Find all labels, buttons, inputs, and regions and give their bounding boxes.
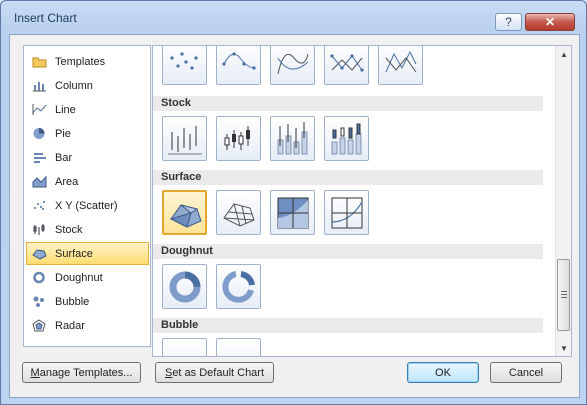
column-chart-icon	[32, 79, 47, 92]
manage-templates-button[interactable]: Manage Templates...	[22, 362, 141, 383]
stock-chart-icon	[32, 223, 47, 236]
radar-chart-icon	[32, 319, 47, 332]
chart-type-x-y-scatter[interactable]: X Y (Scatter)	[26, 194, 149, 217]
stock-vohlc-icon	[331, 123, 362, 155]
line-chart-icon	[32, 103, 47, 116]
stock-vohlc-tile[interactable]	[324, 116, 369, 161]
bar-chart-icon	[32, 151, 47, 164]
scatter-smooth-lines-tile[interactable]	[270, 46, 315, 85]
doughnut-icon	[169, 271, 201, 303]
scatter-smooth-markers-icon	[222, 52, 256, 70]
dialog-body: Templates Column Line Pie Bar Area X Y (Scatte…	[9, 34, 580, 398]
chart-type-label: Bar	[55, 151, 73, 164]
wireframe-3d-surface-icon	[223, 203, 255, 227]
stock-ohlc-tile[interactable]	[216, 116, 261, 161]
insert-chart-dialog: Insert Chart ? ✕ Templates Column Line Pie B…	[0, 0, 587, 405]
chart-type-label: Stock	[55, 223, 83, 236]
chart-type-label: Area	[55, 175, 79, 188]
stock-hlc-tile[interactable]	[162, 116, 207, 161]
pie-chart-icon	[32, 127, 47, 140]
gallery-scrollbar[interactable]: ▲ ▼	[555, 46, 571, 356]
chart-type-area[interactable]: Area	[26, 170, 149, 193]
manage-templates-accel: M	[30, 366, 40, 379]
wireframe-3d-surface-tile[interactable]	[216, 190, 261, 235]
scatter-straight-markers-icon	[330, 54, 364, 72]
chart-type-label: Bubble	[55, 295, 90, 308]
dialog-title: Insert Chart	[14, 11, 77, 25]
chart-type-bubble[interactable]: Bubble	[26, 290, 149, 313]
wireframe-contour-tile[interactable]	[324, 190, 369, 235]
section-header-doughnut: Doughnut	[153, 244, 543, 259]
chart-type-templates[interactable]: Templates	[26, 50, 149, 73]
chart-type-label: Radar	[55, 319, 85, 332]
chart-type-doughnut[interactable]: Doughnut	[26, 266, 149, 289]
chart-type-label: Line	[55, 103, 76, 116]
doughnut-tile[interactable]	[162, 264, 207, 309]
chart-type-stock[interactable]: Stock	[26, 218, 149, 241]
manage-templates-label: anage Templates...	[39, 366, 133, 379]
stock-vhlc-icon	[277, 122, 308, 155]
help-button[interactable]: ?	[495, 13, 522, 31]
bubble-3d-icon	[220, 342, 258, 357]
scatter-chart-icon	[32, 199, 47, 212]
exploded-doughnut-tile[interactable]	[216, 264, 261, 309]
chart-type-label: Templates	[55, 55, 106, 68]
title-bar: Insert Chart ? ✕	[1, 1, 586, 31]
set-default-accel: S	[164, 366, 173, 379]
section-header-stock: Stock	[153, 96, 543, 111]
close-button[interactable]: ✕	[525, 13, 575, 31]
section-header-surface: Surface	[153, 170, 543, 185]
scroll-up-arrow-icon[interactable]: ▲	[556, 46, 571, 62]
area-chart-icon	[32, 175, 47, 188]
folder-icon	[32, 55, 47, 68]
cancel-button[interactable]: Cancel	[490, 362, 562, 383]
bubble-tile[interactable]	[162, 338, 207, 357]
chart-type-label: Doughnut	[55, 271, 103, 284]
surface-3d-tile[interactable]	[162, 190, 207, 235]
chart-type-label: Column	[55, 79, 93, 92]
ok-button[interactable]: OK	[407, 362, 479, 383]
chart-subtype-gallery: Stock Surface Doughnut Bubble ▲ ▼	[152, 45, 572, 357]
bubble-icon	[166, 342, 204, 357]
scroll-down-arrow-icon[interactable]: ▼	[556, 340, 571, 356]
chart-type-radar[interactable]: Radar	[26, 314, 149, 337]
stock-hlc-icon	[168, 126, 202, 155]
chart-type-line[interactable]: Line	[26, 98, 149, 121]
scatter-markers-icon	[170, 52, 198, 70]
stock-vhlc-tile[interactable]	[270, 116, 315, 161]
chart-type-label: Pie	[55, 127, 71, 140]
scroll-thumb[interactable]	[557, 259, 570, 331]
bubble-chart-icon	[32, 295, 47, 308]
scatter-markers-tile[interactable]	[162, 46, 207, 85]
surface-chart-icon	[32, 247, 47, 260]
contour-icon	[277, 197, 309, 229]
set-default-label: et as Default Chart	[172, 366, 265, 379]
scatter-straight-lines-tile[interactable]	[378, 46, 423, 85]
chart-type-bar[interactable]: Bar	[26, 146, 149, 169]
section-header-bubble: Bubble	[153, 318, 543, 333]
chart-type-surface[interactable]: Surface	[26, 242, 149, 265]
wireframe-contour-icon	[331, 197, 363, 229]
set-default-chart-button[interactable]: Set as Default Chart	[155, 362, 274, 383]
scatter-smooth-lines-icon	[277, 53, 309, 75]
chart-type-column[interactable]: Column	[26, 74, 149, 97]
bubble-3d-tile[interactable]	[216, 338, 261, 357]
stock-ohlc-icon	[224, 126, 250, 150]
scatter-smooth-markers-tile[interactable]	[216, 46, 261, 85]
chart-type-list: Templates Column Line Pie Bar Area X Y (Scatte…	[23, 45, 151, 347]
chart-type-label: Surface	[55, 247, 93, 260]
surface-3d-icon	[169, 204, 202, 228]
scatter-straight-markers-tile[interactable]	[324, 46, 369, 85]
chart-type-label: X Y (Scatter)	[55, 199, 118, 212]
scatter-straight-lines-icon	[385, 50, 417, 73]
contour-tile[interactable]	[270, 190, 315, 235]
chart-type-pie[interactable]: Pie	[26, 122, 149, 145]
doughnut-chart-icon	[32, 271, 47, 284]
exploded-doughnut-icon	[222, 271, 255, 303]
